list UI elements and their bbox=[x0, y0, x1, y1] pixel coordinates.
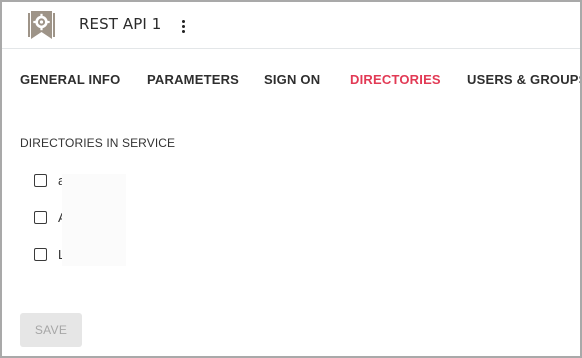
service-tabs: GENERAL INFO PARAMETERS SIGN ON DIRECTOR… bbox=[2, 72, 580, 96]
tab-parameters[interactable]: PARAMETERS bbox=[147, 72, 239, 87]
tab-directories[interactable]: DIRECTORIES bbox=[350, 72, 441, 87]
more-vertical-icon[interactable] bbox=[177, 16, 191, 36]
service-title: REST API 1 bbox=[79, 15, 162, 33]
service-panel: REST API 1 GENERAL INFO PARAMETERS SIGN … bbox=[0, 0, 582, 358]
tab-sign-on[interactable]: SIGN ON bbox=[264, 72, 320, 87]
tab-general-info[interactable]: GENERAL INFO bbox=[20, 72, 120, 87]
rest-api-logo-icon bbox=[28, 10, 58, 40]
directories-section-title: DIRECTORIES IN SERVICE bbox=[20, 136, 176, 150]
directory-checkbox[interactable] bbox=[34, 211, 47, 224]
redaction-overlay bbox=[62, 174, 126, 266]
directory-checkbox[interactable] bbox=[34, 174, 47, 187]
service-header: REST API 1 bbox=[2, 2, 580, 49]
directory-checkbox[interactable] bbox=[34, 248, 47, 261]
save-button[interactable]: SAVE bbox=[20, 313, 82, 347]
tab-users-groups[interactable]: USERS & GROUPS bbox=[467, 72, 580, 87]
